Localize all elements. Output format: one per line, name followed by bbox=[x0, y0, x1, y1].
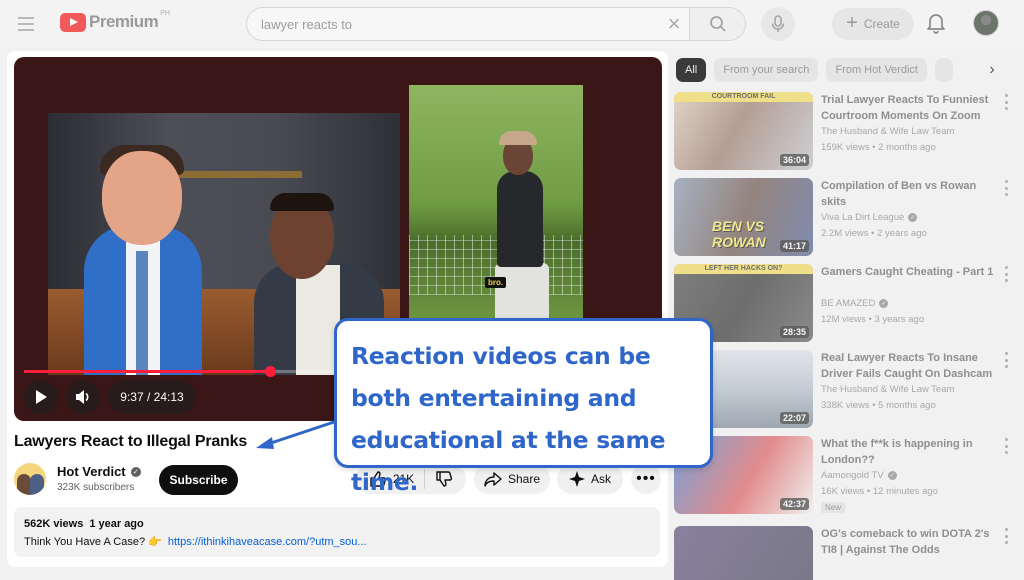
create-label: Create bbox=[863, 17, 900, 31]
more-vertical-icon[interactable] bbox=[1001, 528, 1011, 544]
recommendation-channel[interactable]: The Husband & Wife Law Team bbox=[821, 384, 954, 395]
video-title: Lawyers React to Illegal Pranks bbox=[14, 433, 248, 450]
verified-check-icon: ✓ bbox=[879, 299, 889, 308]
recommendation-item[interactable]: OG's comeback to win DOTA 2's TI8 | Agai… bbox=[674, 526, 1018, 580]
channel-name-text: Hot Verdict bbox=[57, 464, 126, 479]
recommendation-channel[interactable]: Viva La Dirt League ✓ bbox=[821, 212, 918, 223]
clear-search-icon[interactable]: × bbox=[659, 11, 689, 37]
recommendation-meta: 12M views • 3 years ago bbox=[821, 314, 925, 325]
channel-name[interactable]: Hot Verdict ✓ bbox=[57, 464, 141, 479]
notifications-button[interactable] bbox=[926, 12, 946, 39]
callout-text: Reaction videos can be both entertaining… bbox=[351, 342, 666, 496]
recommendation-channel-name: BE AMAZED bbox=[821, 298, 876, 309]
subscriber-count: 323K subscribers bbox=[57, 482, 135, 493]
search-icon bbox=[709, 16, 726, 32]
chip-from-hot-verdict[interactable]: From Hot Verdict bbox=[826, 58, 927, 82]
description-box[interactable]: 562K views 1 year ago Think You Have A Ca… bbox=[14, 507, 660, 557]
recommendation-item[interactable]: BEN VS ROWAN 41:17 Compilation of Ben vs R… bbox=[674, 178, 1018, 258]
video-duration: 41:17 bbox=[779, 240, 809, 252]
video-thumbnail[interactable] bbox=[674, 526, 813, 580]
video-duration: 22:07 bbox=[779, 412, 809, 424]
subscribe-button[interactable]: Subscribe bbox=[159, 465, 238, 495]
logo-text: Premium bbox=[89, 12, 159, 31]
recommendation-title[interactable]: Trial Lawyer Reacts To Funniest Courtroo… bbox=[821, 92, 1001, 124]
chip-from-your-search[interactable]: From your search bbox=[714, 58, 819, 82]
top-bar: Premium PH × + Create bbox=[0, 0, 1024, 48]
recommendation-channel-name: The Husband & Wife Law Team bbox=[821, 384, 955, 395]
channel-avatar[interactable] bbox=[14, 463, 46, 495]
more-vertical-icon[interactable] bbox=[1001, 180, 1011, 196]
recommendation-item[interactable]: LEFT HER HACKS ON? 28:35 Gamers Caught Che… bbox=[674, 264, 1018, 344]
recommendation-title[interactable]: Compilation of Ben vs Rowan skits bbox=[821, 178, 1001, 210]
view-count: 562K views bbox=[24, 518, 84, 530]
voice-search-button[interactable] bbox=[761, 7, 795, 41]
plus-icon: + bbox=[846, 12, 858, 34]
time-display: 9:37 / 24:13 bbox=[108, 380, 196, 414]
play-icon bbox=[36, 390, 47, 404]
search-bar: × bbox=[246, 7, 746, 41]
search-button[interactable] bbox=[689, 8, 745, 40]
more-vertical-icon[interactable] bbox=[1001, 438, 1011, 454]
recommendation-meta: 159K views • 2 months ago bbox=[821, 142, 936, 153]
play-button[interactable] bbox=[24, 380, 58, 414]
microphone-icon bbox=[771, 15, 785, 32]
filter-chips: All From your search From Hot Verdict bbox=[676, 58, 953, 82]
chevron-right-icon[interactable]: › bbox=[982, 60, 1002, 80]
annotation-callout: Reaction videos can be both entertaining… bbox=[334, 318, 713, 496]
logo-country-code: PH bbox=[160, 10, 170, 17]
recommendation-meta: 338K views • 5 months ago bbox=[821, 400, 936, 411]
callout-arrow bbox=[256, 418, 341, 449]
search-input[interactable] bbox=[247, 8, 659, 40]
thumbnail-banner: COURTROOM FAIL bbox=[674, 92, 813, 102]
upload-age: 1 year ago bbox=[89, 518, 144, 530]
video-frame-prank-clip: bro. bbox=[409, 85, 583, 345]
description-link[interactable]: https://ithinkihaveacase.com/?utm_sou... bbox=[168, 536, 367, 548]
chip-partial[interactable] bbox=[934, 58, 953, 82]
video-thumbnail[interactable]: COURTROOM FAIL 36:04 bbox=[674, 92, 813, 170]
verified-check-icon: ✓ bbox=[887, 471, 897, 480]
video-duration: 36:04 bbox=[779, 154, 809, 166]
recommendation-item[interactable]: 22:07 Real Lawyer Reacts To Insane Driver… bbox=[674, 350, 1018, 430]
recommendation-channel[interactable]: The Husband & Wife Law Team bbox=[821, 126, 954, 137]
recommendation-title[interactable]: Real Lawyer Reacts To Insane Driver Fail… bbox=[821, 350, 1001, 382]
video-duration: 28:35 bbox=[779, 326, 809, 338]
recommendation-channel[interactable]: BE AMAZED ✓ bbox=[821, 298, 889, 309]
video-thumbnail[interactable]: BEN VS ROWAN 41:17 bbox=[674, 178, 813, 256]
recommendation-channel-name: Viva La Dirt League bbox=[821, 212, 905, 223]
description-text: Think You Have A Case? 👉 bbox=[24, 536, 162, 548]
recommendation-title[interactable]: Gamers Caught Cheating - Part 1 bbox=[821, 264, 1001, 280]
recommendation-channel-name: The Husband & Wife Law Team bbox=[821, 126, 955, 137]
verified-check-icon: ✓ bbox=[130, 466, 141, 477]
chip-all[interactable]: All bbox=[676, 58, 707, 82]
youtube-premium-logo[interactable]: Premium PH bbox=[60, 10, 170, 32]
clip-caption: bro. bbox=[485, 277, 507, 288]
recommendation-title[interactable]: OG's comeback to win DOTA 2's TI8 | Agai… bbox=[821, 526, 1001, 558]
recommendation-title[interactable]: What the f**k is happening in London?? bbox=[821, 436, 1001, 468]
recommendation-channel[interactable]: Aamongold TV ✓ bbox=[821, 470, 897, 481]
account-avatar[interactable] bbox=[973, 10, 999, 36]
volume-icon bbox=[76, 390, 89, 404]
volume-button[interactable] bbox=[66, 380, 100, 414]
more-vertical-icon[interactable] bbox=[1001, 94, 1011, 110]
create-button[interactable]: + Create bbox=[832, 8, 914, 40]
video-duration: 42:37 bbox=[779, 498, 809, 510]
recommendation-channel-name: Aamongold TV bbox=[821, 470, 884, 481]
new-badge: New bbox=[821, 502, 846, 513]
verified-check-icon: ✓ bbox=[908, 213, 918, 222]
menu-icon[interactable] bbox=[14, 12, 38, 36]
recommendation-item[interactable]: 42:37 What the f**k is happening in Londo… bbox=[674, 436, 1018, 516]
thumbnail-banner: LEFT HER HACKS ON? bbox=[674, 264, 813, 274]
scrubber-handle[interactable] bbox=[265, 366, 277, 377]
progress-fill bbox=[24, 370, 271, 373]
more-vertical-icon[interactable] bbox=[1001, 266, 1011, 282]
recommendation-meta: 16K views • 12 minutes ago bbox=[821, 486, 938, 497]
bell-icon bbox=[927, 14, 945, 34]
youtube-play-icon bbox=[60, 12, 86, 32]
recommendation-meta: 2.2M views • 2 years ago bbox=[821, 228, 927, 239]
more-vertical-icon[interactable] bbox=[1001, 352, 1011, 368]
recommendation-item[interactable]: COURTROOM FAIL 36:04 Trial Lawyer Reacts T… bbox=[674, 92, 1018, 172]
